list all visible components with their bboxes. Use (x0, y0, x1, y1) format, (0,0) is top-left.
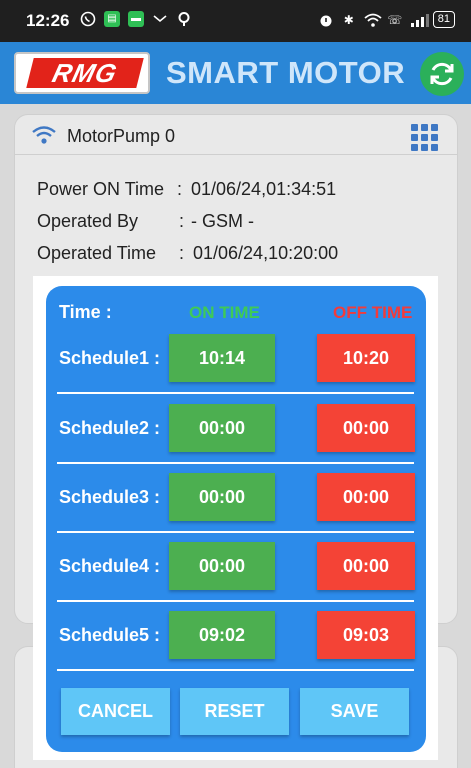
row-divider (57, 392, 414, 394)
whatsapp-icon (80, 11, 96, 27)
alarm-icon (318, 12, 334, 28)
info-value: - GSM - (191, 211, 254, 231)
off-time-button[interactable]: 10:20 (317, 334, 415, 382)
wifi-icon (32, 126, 56, 144)
messages-icon: ▬ (128, 11, 144, 27)
logo-text: RMG (26, 58, 144, 88)
status-bar: 12:26 ▤ ▬ ✱ ☏ 81 (0, 0, 471, 42)
schedule-header: Time : ON TIME OFF TIME (46, 286, 426, 334)
refresh-icon (430, 62, 454, 86)
off-time-button[interactable]: 09:03 (317, 611, 415, 659)
cancel-button[interactable]: CANCEL (61, 688, 170, 735)
time-label: Time : (59, 302, 112, 322)
schedule-label: Schedule2 : (59, 418, 161, 438)
on-time-button[interactable]: 00:00 (169, 473, 275, 521)
motor-name: MotorPump 0 (67, 126, 176, 146)
location-icon (176, 11, 192, 27)
row-divider (57, 669, 414, 671)
schedule-row-3: Schedule3 : 00:00 00:00 (46, 473, 426, 542)
info-value: 01/06/24,10:20:00 (193, 243, 339, 263)
schedule-label: Schedule5 : (59, 625, 161, 645)
info-label: Operated Time (37, 243, 157, 263)
info-label: Power ON Time (37, 179, 165, 199)
off-time-button[interactable]: 00:00 (317, 473, 415, 521)
save-button[interactable]: SAVE (300, 688, 409, 735)
status-time: 12:26 (26, 11, 70, 30)
on-time-button[interactable]: 09:02 (169, 611, 275, 659)
app-header: RMG SMART MOTOR (0, 42, 471, 104)
reset-button[interactable]: RESET (180, 688, 289, 735)
wifi-icon (364, 12, 382, 28)
brand-logo: RMG (14, 52, 150, 94)
off-time-button[interactable]: 00:00 (317, 542, 415, 590)
battery-icon: 81 (432, 11, 455, 28)
info-value: 01/06/24,01:34:51 (191, 179, 337, 199)
off-time-button[interactable]: 00:00 (317, 404, 415, 452)
on-time-button[interactable]: 00:00 (169, 404, 275, 452)
schedule-row-2: Schedule2 : 00:00 00:00 (46, 404, 426, 473)
row-divider (57, 462, 414, 464)
schedule-row-1: Schedule1 : 10:14 10:20 (46, 334, 426, 403)
off-time-header: OFF TIME (333, 303, 413, 322)
notification-icon (152, 11, 168, 27)
signal-icon (410, 12, 429, 28)
on-time-button[interactable]: 10:14 (169, 334, 275, 382)
row-divider (57, 600, 414, 602)
refresh-button[interactable] (420, 52, 464, 96)
schedule-label: Schedule3 : (59, 487, 161, 507)
schedule-dialog: Time : ON TIME OFF TIME Schedule1 : 10:1… (46, 286, 426, 752)
app-title: SMART MOTOR (166, 55, 406, 90)
info-label: Operated By (37, 211, 139, 231)
volte-icon: ☏ (387, 12, 403, 27)
on-time-button[interactable]: 00:00 (169, 542, 275, 590)
motor-card-header: MotorPump 0 (15, 115, 457, 155)
app-icon: ▤ (104, 11, 120, 27)
schedule-label: Schedule1 : (59, 348, 161, 368)
on-time-header: ON TIME (189, 303, 260, 322)
grid-menu-icon[interactable] (411, 124, 438, 151)
bluetooth-icon: ✱ (343, 12, 354, 27)
schedule-row-4: Schedule4 : 00:00 00:00 (46, 542, 426, 611)
schedule-row-5: Schedule5 : 09:02 09:03 (46, 611, 426, 680)
schedule-label: Schedule4 : (59, 556, 161, 576)
row-divider (57, 531, 414, 533)
